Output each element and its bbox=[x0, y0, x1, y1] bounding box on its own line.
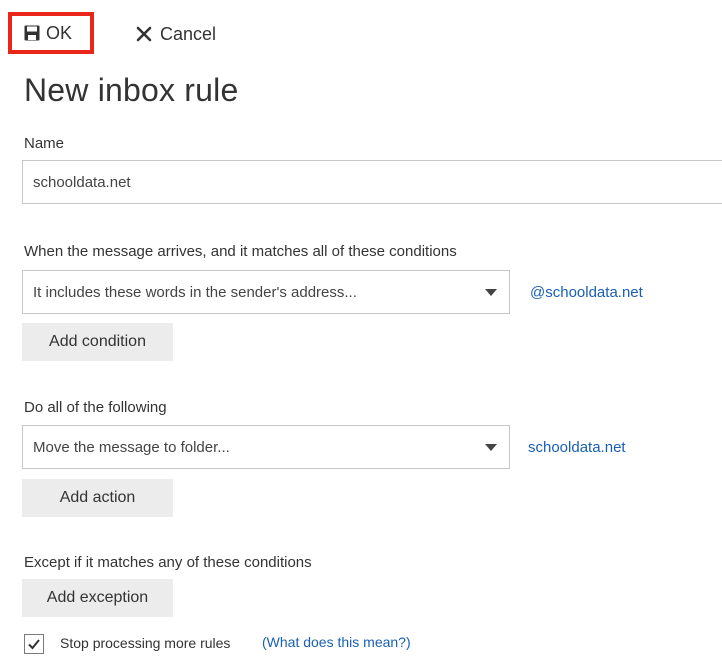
condition-value-link[interactable]: @schooldata.net bbox=[530, 284, 643, 301]
what-does-this-mean-link[interactable]: (What does this mean?) bbox=[262, 634, 411, 650]
page-title: New inbox rule bbox=[24, 72, 239, 108]
save-icon bbox=[24, 25, 40, 41]
close-icon bbox=[136, 26, 152, 42]
action-value-link[interactable]: schooldata.net bbox=[528, 439, 626, 456]
cancel-button[interactable]: Cancel bbox=[136, 20, 216, 48]
chevron-down-icon bbox=[485, 288, 497, 296]
actions-label: Do all of the following bbox=[24, 399, 167, 416]
add-exception-button[interactable]: Add exception bbox=[22, 579, 173, 617]
chevron-down-icon bbox=[485, 443, 497, 451]
stop-processing-checkbox[interactable] bbox=[24, 634, 44, 654]
ok-label: OK bbox=[46, 22, 73, 43]
conditions-label: When the message arrives, and it matches… bbox=[24, 243, 457, 260]
name-input[interactable] bbox=[22, 160, 722, 204]
add-condition-button[interactable]: Add condition bbox=[22, 323, 173, 361]
condition-select-value: It includes these words in the sender's … bbox=[33, 283, 357, 301]
name-label: Name bbox=[24, 135, 65, 152]
checkmark-icon bbox=[28, 639, 40, 650]
exceptions-label: Except if it matches any of these condit… bbox=[24, 554, 312, 571]
stop-processing-label: Stop processing more rules bbox=[60, 635, 231, 651]
cancel-label: Cancel bbox=[160, 23, 217, 44]
add-action-button[interactable]: Add action bbox=[22, 479, 173, 517]
action-select[interactable]: Move the message to folder... bbox=[22, 425, 510, 469]
action-select-value: Move the message to folder... bbox=[33, 438, 230, 456]
ok-button[interactable]: OK bbox=[8, 12, 94, 54]
condition-select[interactable]: It includes these words in the sender's … bbox=[22, 270, 510, 314]
